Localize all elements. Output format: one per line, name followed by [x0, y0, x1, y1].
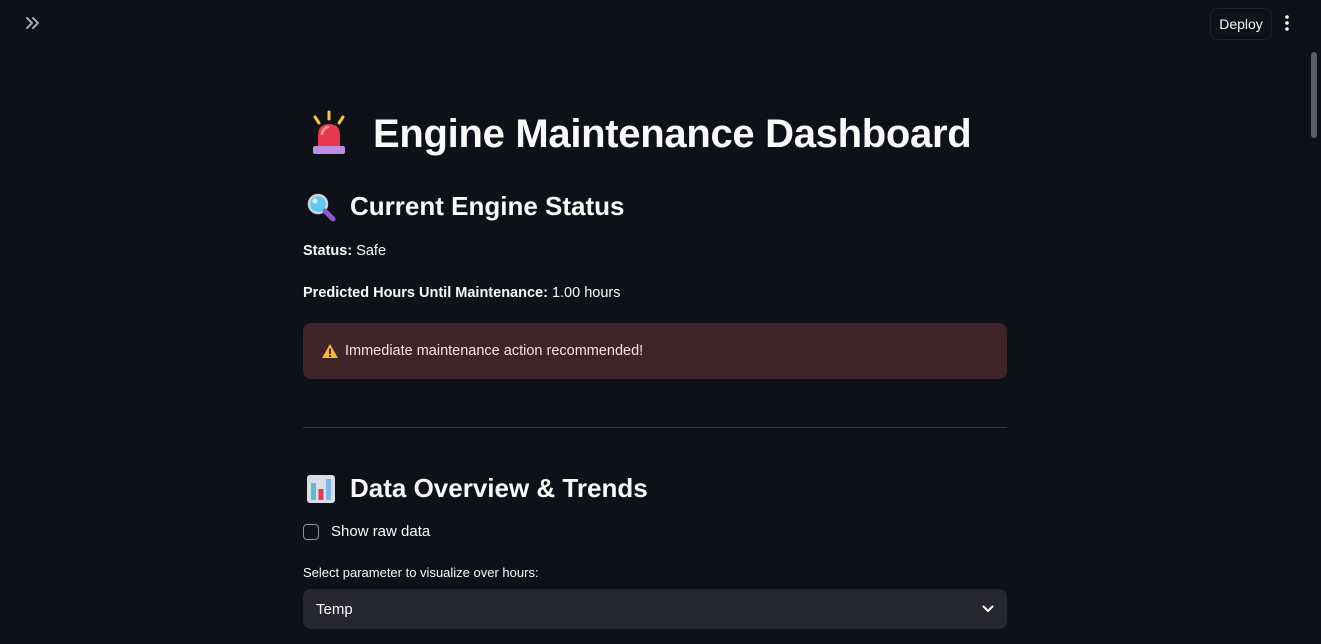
data-section-title: Data Overview & Trends: [350, 473, 648, 503]
page-title: Engine Maintenance Dashboard: [309, 110, 972, 158]
scrollbar[interactable]: [1308, 46, 1321, 644]
chevron-down-icon: [982, 605, 994, 612]
data-section-heading: Data Overview & Trends: [306, 473, 648, 504]
status-section-heading: Current Engine Status: [306, 191, 624, 222]
parameter-select[interactable]: Temp: [303, 589, 1007, 629]
alert-message: Immediate maintenance action recommended…: [345, 343, 644, 359]
show-raw-data-checkbox[interactable]: Show raw data: [303, 523, 430, 540]
status-section-title: Current Engine Status: [350, 191, 625, 221]
app-header: Deploy: [0, 0, 1321, 46]
vertical-ellipsis-icon: [1285, 15, 1289, 31]
section-divider: [303, 427, 1007, 428]
status-label: Status:: [303, 243, 353, 259]
police-light-emoji: [313, 110, 345, 154]
hours-line: Predicted Hours Until Maintenance: 1.00 …: [303, 285, 621, 301]
page-title-text: Engine Maintenance Dashboard: [373, 111, 972, 156]
status-value: Safe: [356, 243, 387, 259]
parameter-select-value: Temp: [316, 600, 353, 618]
hours-value: 1.00 hours: [551, 285, 621, 301]
checkbox-label: Show raw data: [331, 523, 431, 540]
warning-icon: [322, 344, 338, 358]
deploy-button[interactable]: Deploy: [1210, 8, 1272, 40]
main-menu-button[interactable]: [1276, 11, 1298, 35]
bar-chart-emoji: [307, 474, 335, 503]
hours-label: Predicted Hours Until Maintenance:: [303, 285, 548, 301]
checkbox-box[interactable]: [303, 523, 319, 540]
parameter-select-label: Select parameter to visualize over hours…: [303, 565, 539, 580]
status-line: Status: Safe: [303, 243, 386, 259]
magnifying-glass-emoji: [307, 193, 336, 221]
expand-sidebar-button[interactable]: [22, 12, 44, 34]
chevrons-right-icon: [26, 17, 39, 29]
scrollbar-thumb[interactable]: [1311, 52, 1317, 138]
maintenance-alert: Immediate maintenance action recommended…: [303, 323, 1007, 379]
